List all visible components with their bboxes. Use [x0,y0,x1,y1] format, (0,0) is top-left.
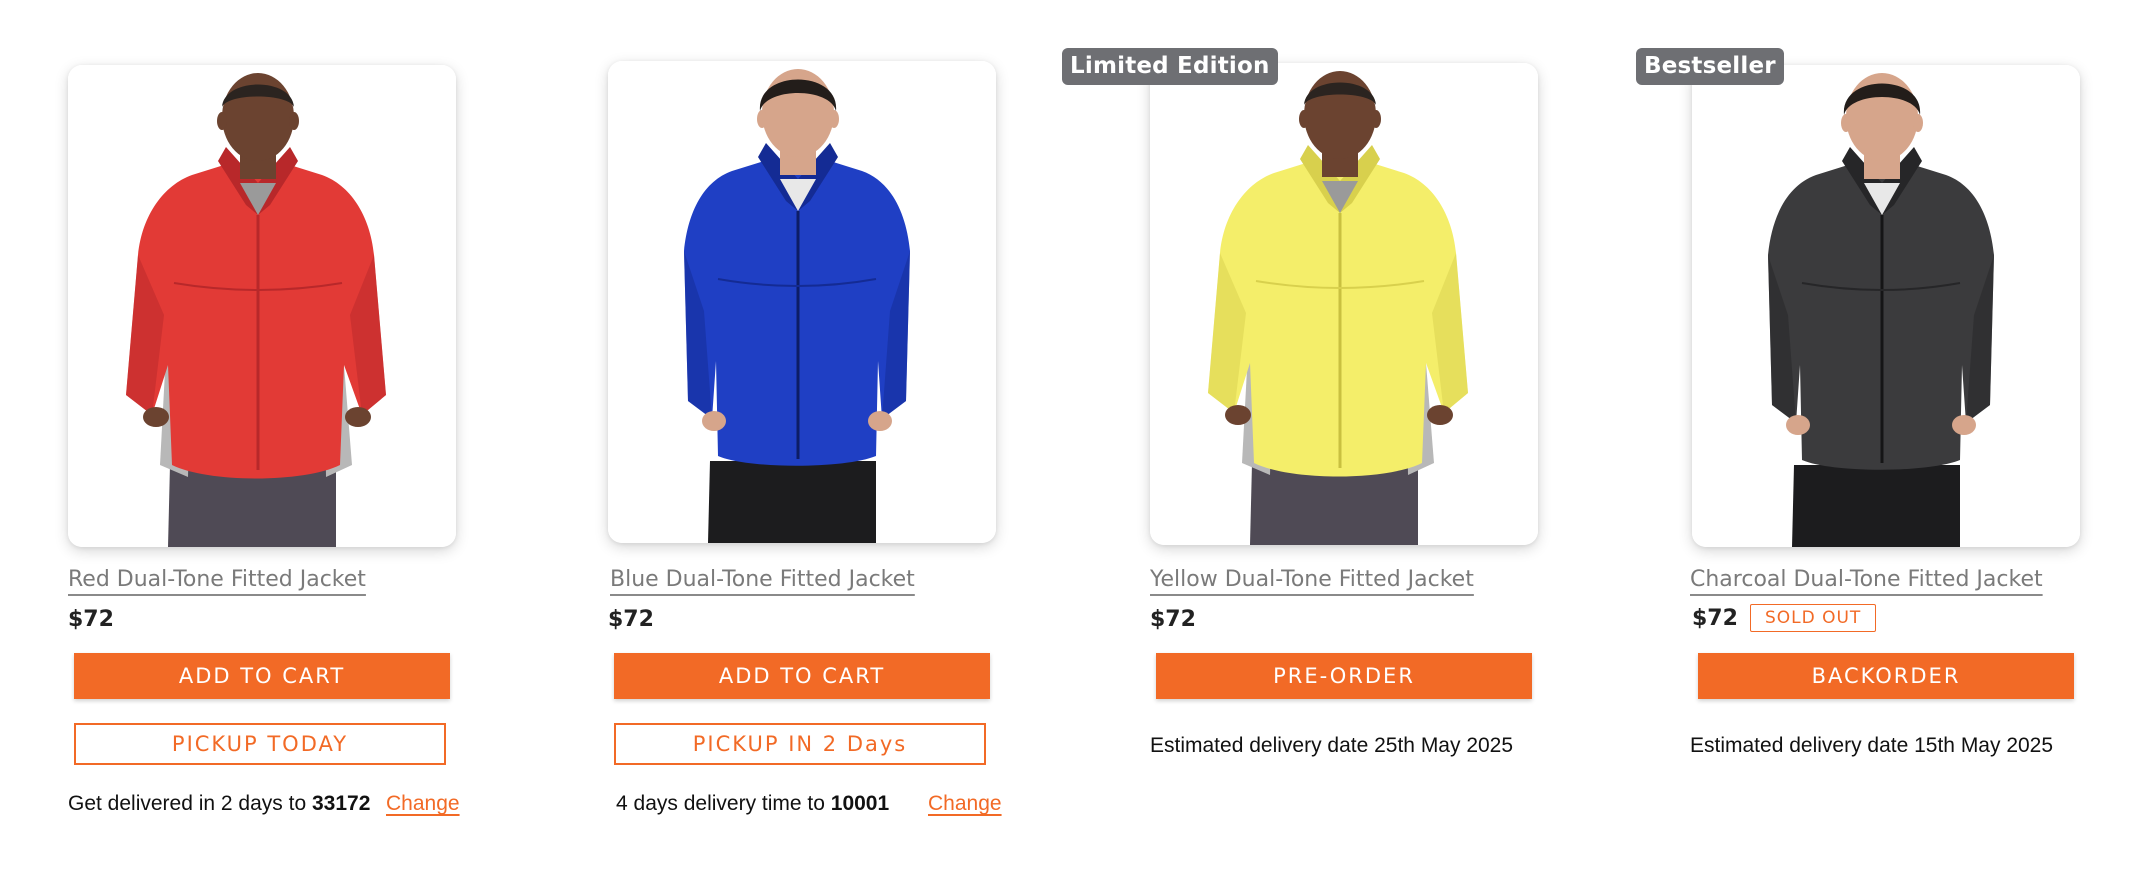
delivery-zip: 10001 [830,792,890,815]
pickup-button[interactable]: PICKUP IN 2 Days [614,723,986,765]
add-to-cart-button[interactable]: ADD TO CART [74,653,450,699]
price-row: $72 SOLD OUT [1692,604,1877,632]
delivery-info: Get delivered in 2 days to 33172 [68,792,370,816]
product-title[interactable]: Charcoal Dual-Tone Fitted Jacket [1690,567,2043,592]
product-price: $72 [1692,605,1738,631]
product-image-charcoal[interactable] [1692,65,2080,547]
delivery-text: 4 days delivery time to [616,792,831,815]
estimated-delivery: Estimated delivery date 25th May 2025 [1150,734,1514,757]
price-row: $72 [608,607,654,632]
sold-out-badge: SOLD OUT [1749,604,1877,632]
backorder-button[interactable]: BACKORDER [1698,653,2074,699]
limited-edition-badge: Limited Edition [1062,48,1278,85]
product-title[interactable]: Red Dual-Tone Fitted Jacket [68,567,366,592]
product-photo [1150,63,1538,545]
estimated-delivery: Estimated delivery date 15th May 2025 [1690,734,2054,757]
pickup-button[interactable]: PICKUP TODAY [74,723,446,765]
product-title[interactable]: Yellow Dual-Tone Fitted Jacket [1150,567,1474,592]
product-image-blue[interactable] [608,61,996,543]
product-title[interactable]: Blue Dual-Tone Fitted Jacket [610,567,915,592]
pre-order-button[interactable]: PRE-ORDER [1156,653,1532,699]
delivery-zip: 33172 [311,792,371,815]
product-grid: Red Dual-Tone Fitted Jacket $72 ADD TO C… [0,0,2150,883]
product-image-yellow[interactable] [1150,63,1538,545]
delivery-text: Get delivered in 2 days to [68,792,312,815]
bestseller-badge: Bestseller [1636,48,1784,85]
product-photo [608,61,996,543]
product-price: $72 [608,607,654,632]
price-row: $72 [1150,607,1196,632]
change-zip-link[interactable]: Change [928,792,1002,816]
add-to-cart-button[interactable]: ADD TO CART [614,653,990,699]
product-photo [1692,65,2080,547]
price-row: $72 [68,607,114,632]
product-price: $72 [1150,607,1196,632]
delivery-info: 4 days delivery time to 10001 [616,792,889,816]
product-price: $72 [68,607,114,632]
product-photo [68,65,456,547]
product-image-red[interactable] [68,65,456,547]
change-zip-link[interactable]: Change [386,792,460,816]
